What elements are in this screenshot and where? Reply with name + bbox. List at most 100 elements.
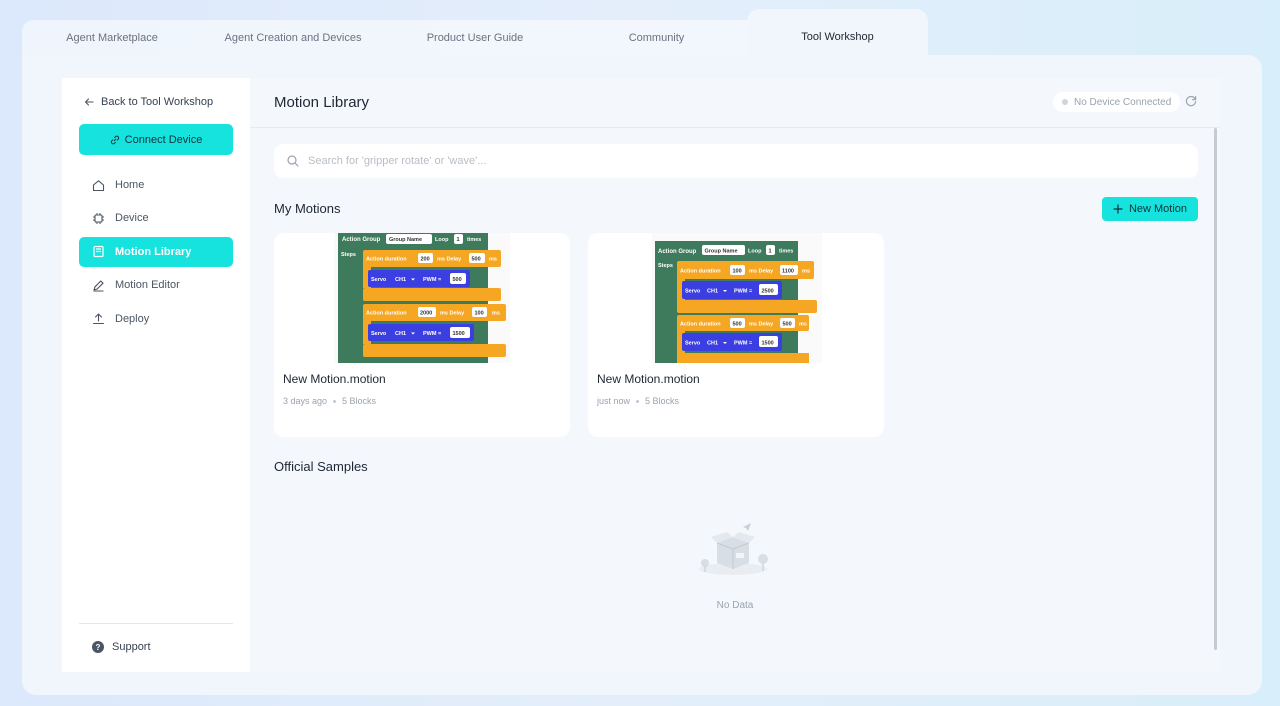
- motion-card-time: just now: [597, 396, 631, 406]
- action-label: Action duration: [680, 322, 721, 328]
- pwm-field: 1500: [762, 341, 774, 347]
- times-label: times: [779, 249, 793, 255]
- tab-community[interactable]: Community: [566, 20, 747, 56]
- servo-label: Servo: [685, 289, 701, 295]
- sidebar-item-motion-library[interactable]: Motion Library: [79, 236, 233, 267]
- tab-product-user-guide[interactable]: Product User Guide: [384, 20, 566, 56]
- connect-device-label: Connect Device: [124, 133, 203, 146]
- action-label: Action duration: [366, 311, 407, 317]
- sidebar-divider: [79, 623, 233, 624]
- status-dot-icon: [1062, 99, 1068, 105]
- motion-card-meta: 3 days ago 5 Blocks: [283, 396, 376, 406]
- delay-field: 100: [475, 311, 484, 317]
- empty-state-text: No Data: [716, 600, 754, 611]
- channel-select: CH1: [707, 341, 718, 347]
- main-shell: Back to Tool Workshop Connect Device Hom…: [22, 55, 1262, 695]
- pwm-label: PWM =: [423, 331, 441, 337]
- action-label: Action duration: [366, 257, 407, 263]
- motion-card[interactable]: Action Group Group Name Loop 1 times Ste…: [274, 233, 570, 437]
- channel-select: CH1: [707, 289, 718, 295]
- search-bar: [274, 144, 1198, 178]
- duration-field: 100: [733, 269, 742, 275]
- back-to-tool-workshop-link[interactable]: Back to Tool Workshop: [84, 94, 213, 110]
- sidebar-item-label: Home: [115, 179, 145, 191]
- motion-card-blocks: 5 Blocks: [645, 396, 680, 406]
- motion-card-blocks: 5 Blocks: [342, 396, 377, 406]
- sidebar-item-motion-editor[interactable]: Motion Editor: [79, 270, 233, 300]
- connect-device-button[interactable]: Connect Device: [79, 124, 233, 155]
- unit-label: ms: [802, 269, 810, 275]
- loop-label: Loop: [435, 237, 449, 243]
- separator-dot: [333, 399, 337, 403]
- group-label: Action Group: [658, 249, 697, 255]
- tab-agent-creation[interactable]: Agent Creation and Devices: [202, 20, 384, 56]
- sidebar-item-device[interactable]: Device: [79, 203, 233, 233]
- delay-field: 500: [783, 322, 792, 328]
- top-tabs: Agent Marketplace Agent Creation and Dev…: [22, 9, 1262, 57]
- steps-label: Steps: [341, 252, 356, 258]
- times-label: times: [467, 237, 481, 243]
- motion-preview-image: Action Group Group Name Loop 1 times Ste…: [652, 233, 822, 363]
- separator-dot: [636, 399, 640, 403]
- new-motion-label: New Motion: [1128, 203, 1188, 215]
- delay-label: ms Delay: [749, 269, 774, 275]
- delay-field: 500: [472, 257, 481, 263]
- scrollbar[interactable]: [1214, 128, 1217, 650]
- delay-label: ms Delay: [437, 257, 462, 263]
- unit-label: ms: [489, 257, 497, 263]
- library-icon: [93, 246, 104, 258]
- pwm-field: 1500: [453, 331, 465, 337]
- delay-label: ms Delay: [749, 322, 774, 328]
- group-label: Action Group: [342, 237, 381, 243]
- sidebar-item-label: Deploy: [115, 312, 150, 325]
- servo-label: Servo: [371, 277, 387, 283]
- unit-label: ms: [492, 311, 500, 317]
- motion-card-meta: just now 5 Blocks: [597, 396, 679, 406]
- duration-field: 200: [421, 257, 430, 263]
- pen-icon: [93, 280, 104, 292]
- search-input[interactable]: [308, 155, 1168, 167]
- back-link-label: Back to Tool Workshop: [101, 96, 214, 108]
- pwm-label: PWM =: [734, 289, 752, 295]
- motion-card[interactable]: Action Group Group Name Loop 1 times Ste…: [588, 233, 884, 437]
- tab-agent-marketplace[interactable]: Agent Marketplace: [22, 20, 202, 56]
- page-title: Motion Library: [274, 94, 370, 111]
- unit-label: ms: [799, 322, 807, 328]
- link-icon: [110, 135, 119, 144]
- help-icon: ?: [92, 641, 104, 653]
- refresh-icon[interactable]: [1185, 95, 1197, 107]
- sidebar: Back to Tool Workshop Connect Device Hom…: [62, 78, 250, 672]
- home-icon: [92, 179, 105, 191]
- channel-select: CH1: [395, 277, 406, 283]
- duration-field: 2000: [420, 311, 432, 317]
- search-icon: [287, 155, 299, 167]
- empty-box-icon: [699, 523, 768, 575]
- group-name-field: Group Name: [705, 249, 738, 255]
- sidebar-item-home[interactable]: Home: [79, 170, 233, 200]
- delay-label: ms Delay: [440, 311, 465, 317]
- tab-tool-workshop[interactable]: Tool Workshop: [747, 9, 928, 57]
- support-link[interactable]: ? Support: [92, 641, 151, 653]
- servo-label: Servo: [371, 331, 387, 337]
- motion-preview-image: Action Group Group Name Loop 1 times Ste…: [334, 233, 510, 363]
- new-motion-button[interactable]: New Motion: [1102, 197, 1198, 221]
- content-header: Motion Library No Device Connected: [250, 78, 1220, 128]
- group-name-field: Group Name: [389, 237, 422, 243]
- action-label: Action duration: [680, 269, 721, 275]
- my-motions-title: My Motions: [274, 201, 341, 216]
- duration-field: 500: [733, 322, 742, 328]
- sidebar-item-deploy[interactable]: Deploy: [79, 304, 233, 334]
- official-samples-title: Official Samples: [274, 459, 368, 474]
- pwm-field: 500: [453, 277, 462, 283]
- pwm-field: 2500: [762, 289, 774, 295]
- motion-card-time: 3 days ago: [283, 396, 328, 406]
- sidebar-item-label: Motion Editor: [115, 279, 180, 292]
- device-status-label: No Device Connected: [1074, 96, 1172, 108]
- sidebar-item-label: Motion Library: [115, 245, 192, 258]
- motion-card-name: New Motion.motion: [283, 372, 386, 386]
- loop-label: Loop: [748, 249, 762, 255]
- pwm-label: PWM =: [734, 341, 752, 347]
- delay-field: 1100: [782, 269, 794, 275]
- support-label: Support: [112, 641, 151, 653]
- device-status-badge: No Device Connected: [1053, 92, 1181, 112]
